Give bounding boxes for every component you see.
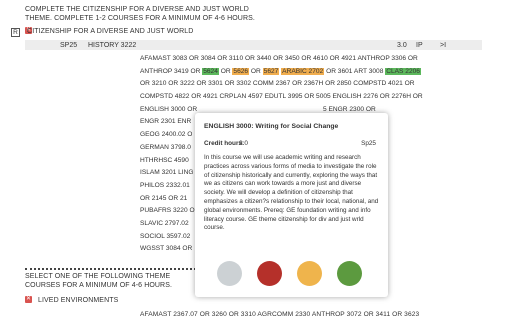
course-option-text: OR — [249, 67, 263, 75]
course-option-text: ENGR 2301 ENR — [140, 118, 192, 126]
course-detail-popup: ENGLISH 3000: Writing for Social Change … — [195, 113, 388, 297]
course-option-text: OR 3601 ART 3008 — [324, 67, 386, 75]
requirement-section-title: CITIZENSHIP FOR A DIVERSE AND JUST WORLD — [25, 28, 193, 35]
color-dot-yellow[interactable] — [297, 261, 322, 286]
course-status: IP — [416, 41, 423, 49]
requirement-toggle-checkbox[interactable]: R — [11, 28, 20, 37]
course-option-text: ENGLISH 3000 OR — [140, 105, 198, 113]
highlighted-course-option[interactable]: 5626 — [232, 67, 250, 75]
course-option-text: WGSST 3084 OR — [140, 245, 193, 253]
course-term: SP25 — [60, 41, 78, 49]
course-options-line: ANTHROP 3419 OR 5624 OR 5626 OR 5627 ARA… — [140, 66, 485, 79]
highlighted-course-option[interactable]: CLAS 2206 — [385, 67, 421, 75]
requirement-text-line-1: COMPLETE THE CITIZENSHIP FOR A DIVERSE A… — [25, 6, 249, 13]
course-option-text: SOCIOL 3597.02 — [140, 232, 191, 240]
course-option-text: ISLAM 3201 LING — [140, 169, 194, 177]
course-option-text: COMPSTD 4822 OR 4921 CRPLAN 4597 EDUTL 3… — [140, 93, 423, 101]
course-option-text: PUBAFRS 3220 O — [140, 207, 195, 215]
course-hours: 3.0 — [397, 41, 407, 49]
highlighted-course-option[interactable]: 5627 — [262, 67, 280, 75]
color-dot-red[interactable] — [257, 261, 282, 286]
popup-course-description: In this course we will use academic writ… — [204, 154, 379, 232]
remove-requirement-icon[interactable]: ✕ — [25, 296, 32, 303]
course-option-text: GERMAN 3798.0 — [140, 143, 191, 151]
bottom-requirement-section-title: LIVED ENVIRONMENTS — [38, 297, 119, 304]
highlighted-course-option[interactable]: ARABIC 2702 — [281, 67, 325, 75]
degree-audit-page: COMPLETE THE CITIZENSHIP FOR A DIVERSE A… — [0, 0, 512, 320]
bottom-requirement-line-1: SELECT ONE OF THE FOLLOWING THEME — [25, 273, 171, 280]
requirement-text-line-2: THEME. COMPLETE 1-2 COURSES FOR A MINIMU… — [25, 15, 255, 22]
dotted-separator — [25, 268, 200, 270]
popup-term: Sp25 — [361, 140, 376, 147]
course-option-text: HTHRHSC 4590 — [140, 156, 189, 164]
course-option-text: OR 2145 OR 21 — [140, 194, 188, 202]
course-options-line: AFAMAST 3083 OR 3084 OR 3110 OR 3440 OR … — [140, 53, 485, 66]
bottom-requirement-line-2: COURSES FOR A MINIMUM OF 4-6 HOURS. — [25, 282, 173, 289]
highlighted-course-option[interactable]: 5624 — [202, 67, 219, 75]
course-option-text: AFAMAST 3083 OR 3084 OR 3110 OR 3440 OR … — [140, 55, 418, 62]
color-dot-green[interactable] — [337, 261, 362, 286]
course-options-line: OR 3210 OR 3222 OR 3301 OR 3302 COMM 236… — [140, 78, 485, 91]
section-title-text: CITIZENSHIP FOR A DIVERSE AND JUST WORLD — [27, 28, 194, 35]
course-option-text: ANTHROP 3419 OR — [140, 67, 203, 75]
bottom-course-options-line: AFAMAST 2367.07 OR 3260 OR 3310 AGRCOMM … — [140, 311, 420, 318]
course-option-text: SLAVIC 2797.02 — [140, 219, 189, 227]
color-dot-gray[interactable] — [217, 261, 242, 286]
course-action-link[interactable]: >I — [440, 42, 446, 49]
course-option-text: OR — [218, 67, 233, 75]
popup-credit-value: 3.0 — [239, 140, 248, 147]
course-option-text: GEOG 2400.02 O — [140, 131, 193, 139]
course-option-text: PHILOS 2332.01 — [140, 181, 190, 189]
course-option-text: OR 3210 OR 3222 OR 3301 OR 3302 COMM 236… — [140, 80, 415, 88]
popup-course-title: ENGLISH 3000: Writing for Social Change — [204, 123, 339, 130]
course-options-line: COMPSTD 4822 OR 4921 CRPLAN 4597 EDUTL 3… — [140, 91, 485, 104]
course-name: HISTORY 3222 — [88, 41, 137, 49]
completed-course-row[interactable]: SP25 HISTORY 3222 3.0 IP >I — [25, 40, 482, 50]
color-picker — [217, 261, 367, 287]
